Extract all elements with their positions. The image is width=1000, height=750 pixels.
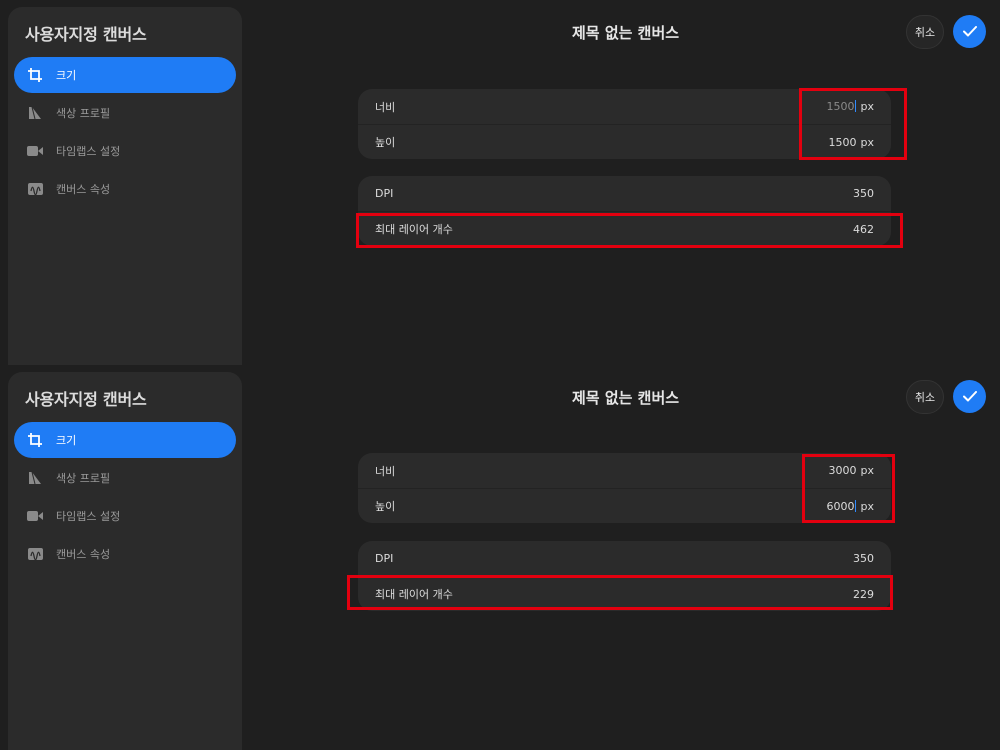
width-unit: px bbox=[860, 100, 875, 113]
sidebar-item-label: 크기 bbox=[56, 434, 77, 447]
sidebar-title: 사용자지정 캔버스 bbox=[25, 390, 147, 409]
width-row[interactable]: 너비 1500 px bbox=[358, 89, 891, 124]
canvas-properties-icon bbox=[27, 546, 43, 562]
confirm-button[interactable] bbox=[953, 380, 986, 413]
text-caret bbox=[854, 499, 856, 512]
max-layers-label: 최대 레이어 개수 bbox=[375, 223, 453, 236]
width-row[interactable]: 너비 3000 px bbox=[358, 453, 891, 488]
video-camera-icon bbox=[27, 508, 43, 524]
dpi-row[interactable]: DPI 350 bbox=[358, 176, 891, 211]
height-unit: px bbox=[860, 135, 875, 149]
cancel-button[interactable]: 취소 bbox=[906, 15, 944, 49]
sidebar: 사용자지정 캔버스 크기 색상 프로필 타임랩스 설정 캔버스 속성 bbox=[8, 7, 242, 365]
sidebar-item-label: 타임랩스 설정 bbox=[56, 145, 121, 158]
sidebar-item-label: 크기 bbox=[56, 69, 77, 82]
width-value: 3000 bbox=[828, 464, 857, 477]
checkmark-icon bbox=[962, 26, 977, 37]
sidebar-item-canvas-properties[interactable]: 캔버스 속성 bbox=[14, 171, 236, 207]
height-value: 1500 bbox=[828, 135, 857, 149]
size-group: 너비 1500 px 높이 1500 px bbox=[358, 89, 891, 159]
height-row[interactable]: 높이 6000 px bbox=[358, 488, 891, 523]
dpi-label: DPI bbox=[375, 552, 394, 565]
max-layers-value: 229 bbox=[853, 587, 874, 601]
width-field[interactable]: 3000 px bbox=[829, 464, 875, 477]
cancel-button[interactable]: 취소 bbox=[906, 380, 944, 414]
sidebar-item-size[interactable]: 크기 bbox=[14, 422, 236, 458]
size-group: 너비 3000 px 높이 6000 px bbox=[358, 453, 891, 523]
width-value: 1500 bbox=[826, 100, 855, 113]
max-layers-row: 최대 레이어 개수 229 bbox=[358, 576, 891, 611]
color-profile-icon bbox=[27, 470, 43, 486]
max-layers-value: 462 bbox=[853, 222, 874, 236]
confirm-button[interactable] bbox=[953, 15, 986, 48]
sidebar-item-canvas-properties[interactable]: 캔버스 속성 bbox=[14, 536, 236, 572]
sidebar-item-timelapse[interactable]: 타임랩스 설정 bbox=[14, 133, 236, 169]
height-field[interactable]: 1500 px bbox=[829, 136, 875, 149]
color-profile-icon bbox=[27, 105, 43, 121]
height-label: 높이 bbox=[375, 136, 396, 149]
canvas-dialog-2: 사용자지정 캔버스 크기 색상 프로필 타임랩스 설정 캔버스 속성 제목 없는… bbox=[0, 365, 1000, 750]
dpi-value[interactable]: 350 bbox=[853, 187, 874, 200]
sidebar-item-label: 색상 프로필 bbox=[56, 472, 111, 485]
sidebar-item-size[interactable]: 크기 bbox=[14, 57, 236, 93]
sidebar-item-label: 캔버스 속성 bbox=[56, 548, 111, 561]
text-caret bbox=[854, 100, 856, 112]
width-unit: px bbox=[860, 464, 875, 477]
page-title: 제목 없는 캔버스 bbox=[572, 389, 680, 407]
width-field[interactable]: 1500 px bbox=[826, 100, 875, 113]
dpi-value[interactable]: 350 bbox=[853, 552, 874, 565]
sidebar-item-label: 캔버스 속성 bbox=[56, 183, 111, 196]
properties-group: DPI 350 최대 레이어 개수 462 bbox=[358, 176, 891, 246]
max-layers-row: 최대 레이어 개수 462 bbox=[358, 211, 891, 246]
sidebar-item-color-profile[interactable]: 색상 프로필 bbox=[14, 95, 236, 131]
canvas-dialog-1: 사용자지정 캔버스 크기 색상 프로필 타임랩스 설정 캔버스 속성 제목 없는… bbox=[0, 0, 1000, 365]
height-row[interactable]: 높이 1500 px bbox=[358, 124, 891, 159]
page-title: 제목 없는 캔버스 bbox=[572, 24, 680, 42]
dpi-label: DPI bbox=[375, 187, 394, 200]
canvas-properties-icon bbox=[27, 181, 43, 197]
sidebar-item-timelapse[interactable]: 타임랩스 설정 bbox=[14, 498, 236, 534]
crop-icon bbox=[27, 432, 43, 448]
height-unit: px bbox=[860, 499, 875, 513]
height-value: 6000 bbox=[826, 499, 855, 513]
video-camera-icon bbox=[27, 143, 43, 159]
max-layers-label: 최대 레이어 개수 bbox=[375, 588, 453, 601]
sidebar-item-label: 타임랩스 설정 bbox=[56, 510, 121, 523]
sidebar-title: 사용자지정 캔버스 bbox=[25, 25, 147, 44]
height-label: 높이 bbox=[375, 500, 396, 513]
width-label: 너비 bbox=[375, 100, 396, 114]
height-field[interactable]: 6000 px bbox=[826, 499, 875, 513]
sidebar: 사용자지정 캔버스 크기 색상 프로필 타임랩스 설정 캔버스 속성 bbox=[8, 372, 242, 750]
properties-group: DPI 350 최대 레이어 개수 229 bbox=[358, 541, 891, 611]
crop-icon bbox=[27, 67, 43, 83]
sidebar-item-color-profile[interactable]: 색상 프로필 bbox=[14, 460, 236, 496]
dpi-row[interactable]: DPI 350 bbox=[358, 541, 891, 576]
width-label: 너비 bbox=[375, 464, 396, 478]
sidebar-item-label: 색상 프로필 bbox=[56, 107, 111, 120]
checkmark-icon bbox=[962, 391, 977, 402]
